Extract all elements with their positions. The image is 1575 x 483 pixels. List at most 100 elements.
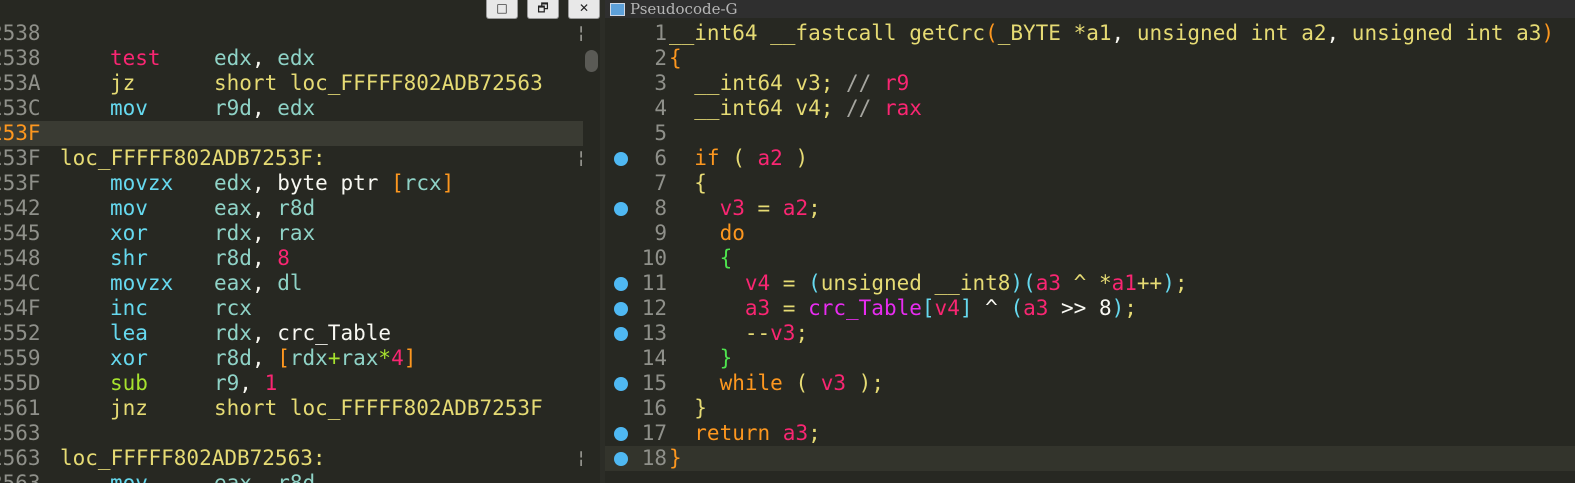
code-text: a3 = crc_Table[v4] ^ (a3 >> 8); (669, 296, 1137, 320)
pseudocode-line[interactable]: 7 { (605, 171, 1575, 196)
flow-marker: ¦ (576, 448, 587, 468)
disasm-line[interactable]: 253F (0, 121, 583, 146)
address: 254F (0, 296, 41, 320)
pseudocode-line[interactable]: 9 do (605, 221, 1575, 246)
operands: rdx, crc_Table (214, 321, 392, 345)
code-text: do (669, 221, 745, 245)
pseudocode-line[interactable]: 17 return a3; (605, 421, 1575, 446)
pseudocode-line[interactable]: 16 } (605, 396, 1575, 421)
line-number: 16 (641, 396, 667, 420)
address: 2563 (0, 446, 41, 470)
disasm-line[interactable]: 254F inc rcx (0, 296, 583, 321)
address: 253A (0, 71, 41, 95)
disasm-line[interactable]: 2538 test edx, edx (0, 46, 583, 71)
pseudocode-window-icon (610, 2, 625, 16)
pseudocode-line[interactable]: 13 --v3; (605, 321, 1575, 346)
address: 253F (0, 146, 41, 170)
mnemonic: inc (110, 296, 148, 320)
operands: eax, dl (214, 271, 303, 295)
line-number: 6 (654, 146, 667, 170)
mnemonic: xor (110, 346, 148, 370)
maximize-window-button[interactable]: 🗗 (527, 0, 559, 19)
disasm-line[interactable]: 2559 xor r8d, [rdx+rax*4] (0, 346, 583, 371)
mnemonic: sub (110, 371, 148, 395)
line-number: 18 (641, 446, 667, 470)
pseudocode-line[interactable]: 14 } (605, 346, 1575, 371)
close-window-button[interactable]: ✕ (568, 0, 600, 19)
disasm-line[interactable]: 2563 mov eax, r8d (0, 471, 583, 483)
code-text: } (669, 396, 707, 420)
code-text: __int64 v3; // r9 (669, 71, 910, 95)
address: 2548 (0, 246, 41, 270)
restore-icon: □ (496, 1, 508, 15)
mnemonic: jz (110, 71, 136, 95)
address: 2561 (0, 396, 41, 420)
operands: edx, edx (214, 46, 316, 70)
disasm-line[interactable]: 2548 shr r8d, 8 (0, 246, 583, 271)
disassembly-view[interactable]: 2538 ¦ 2538 test edx, edx 253A jz short loc_FFF… (0, 0, 600, 483)
disasm-line[interactable]: 2563 loc_FFFFF802ADB72563: ¦ (0, 446, 587, 471)
pseudocode-line[interactable]: 18} (605, 446, 1575, 471)
pseudocode-line[interactable]: 5 (605, 121, 1575, 146)
tab-label: Pseudocode-G (630, 0, 738, 18)
operands: r8d, 8 (214, 246, 290, 270)
code-text: return a3; (669, 421, 821, 445)
line-number: 4 (654, 96, 667, 120)
disasm-line[interactable]: 253C mov r9d, edx (0, 96, 583, 121)
pseudocode-line[interactable]: 3 __int64 v3; // r9 (605, 71, 1575, 96)
pseudocode-line[interactable]: 8 v3 = a2; (605, 196, 1575, 221)
pseudocode-line[interactable]: 6 if ( a2 ) (605, 146, 1575, 171)
pseudocode-line[interactable]: 11 v4 = (unsigned __int8)(a3 ^ *a1++); (605, 271, 1575, 296)
operands: eax, r8d (214, 471, 316, 483)
restore-window-button[interactable]: □ (486, 0, 518, 19)
line-number: 1 (654, 21, 667, 45)
pseudocode-line[interactable]: 2{ (605, 46, 1575, 71)
address: 253F (0, 121, 41, 145)
disasm-line[interactable]: 2563 (0, 421, 583, 446)
mnemonic: mov (110, 471, 148, 483)
operands: eax, r8d (214, 196, 316, 220)
address: 2538 (0, 46, 41, 70)
disasm-line[interactable]: 2542 mov eax, r8d (0, 196, 583, 221)
disasm-line[interactable]: 2552 lea rdx, crc_Table (0, 321, 583, 346)
code-label[interactable]: loc_FFFFF802ADB7253F: (60, 146, 326, 171)
maximize-icon: 🗗 (537, 1, 549, 15)
line-number: 2 (654, 46, 667, 70)
pseudocode-line[interactable]: 10 { (605, 246, 1575, 271)
pseudocode-line[interactable]: 15 while ( v3 ); (605, 371, 1575, 396)
line-number: 11 (641, 271, 667, 295)
operands: rdx, rax (214, 221, 316, 245)
disasm-line[interactable]: 255D sub r9, 1 (0, 371, 583, 396)
disasm-line[interactable]: 253A jz short loc_FFFFF802ADB72563 (0, 71, 583, 96)
operands: short loc_FFFFF802ADB72563 (214, 71, 543, 95)
scrollbar-thumb[interactable] (585, 50, 598, 72)
disasm-line[interactable]: 2561 jnz short loc_FFFFF802ADB7253F (0, 396, 583, 421)
disasm-line[interactable]: 2545 xor rdx, rax (0, 221, 583, 246)
disasm-line[interactable]: 253F loc_FFFFF802ADB7253F: ¦ (0, 146, 586, 171)
line-number: 17 (641, 421, 667, 445)
pseudocode-line[interactable]: 12 a3 = crc_Table[v4] ^ (a3 >> 8); (605, 296, 1575, 321)
disasm-line[interactable]: 253F movzx edx, byte ptr [rcx] (0, 171, 583, 196)
address: 255D (0, 371, 41, 395)
code-label[interactable]: loc_FFFFF802ADB72563: (60, 446, 326, 471)
address: 253F (0, 171, 41, 195)
code-text: --v3; (669, 321, 809, 345)
pseudocode-line[interactable]: 4 __int64 v4; // rax (605, 96, 1575, 121)
disasm-line[interactable]: 2538 ¦ (0, 21, 586, 46)
tab-pseudocode[interactable]: Pseudocode-G (605, 0, 738, 18)
address: 2545 (0, 221, 41, 245)
address: 2538 (0, 21, 41, 45)
mnemonic: shr (110, 246, 148, 270)
line-number: 15 (641, 371, 667, 395)
address: 2542 (0, 196, 41, 220)
address: 253C (0, 96, 41, 120)
address: 2559 (0, 346, 41, 370)
pseudocode-line[interactable]: 1 __int64 __fastcall getCrc(_BYTE *a1, un… (605, 21, 1575, 46)
code-text: while ( v3 ); (669, 371, 884, 395)
code-text: __int64 __fastcall getCrc(_BYTE *a1, uns… (669, 21, 1555, 45)
mnemonic: movzx (110, 271, 174, 295)
address: 2552 (0, 321, 41, 345)
disasm-line[interactable]: 254C movzx eax, dl (0, 271, 583, 296)
mnemonic: test (110, 46, 161, 70)
line-number: 3 (654, 71, 667, 95)
